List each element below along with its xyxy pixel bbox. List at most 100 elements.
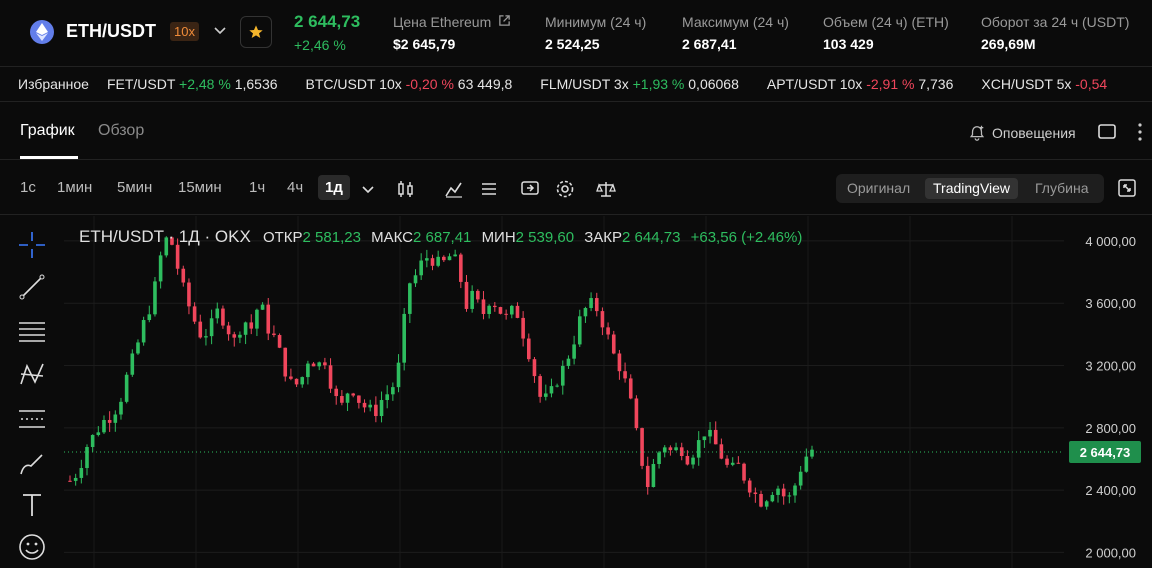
candles-icon[interactable] xyxy=(396,179,416,199)
candle-body xyxy=(577,316,582,345)
pattern-icon[interactable] xyxy=(17,360,47,390)
candle-body xyxy=(770,494,775,502)
timeframe-1s[interactable]: 1с xyxy=(20,179,36,196)
candle-body xyxy=(781,488,786,497)
scale-balance-icon[interactable] xyxy=(596,179,616,199)
candle-body xyxy=(730,462,735,465)
view-depth[interactable]: Глубина xyxy=(1027,178,1096,199)
more-vertical-icon[interactable] xyxy=(1136,122,1144,142)
settings-gear-icon[interactable] xyxy=(555,179,575,199)
candle-body xyxy=(606,327,610,335)
ticker-item[interactable]: BTC/USDT 10x -0,20 % 63 449,8 xyxy=(306,76,513,92)
forecast-icon[interactable] xyxy=(17,404,47,434)
external-link-icon[interactable] xyxy=(498,14,511,27)
candle-body xyxy=(657,452,661,465)
candle-body xyxy=(776,488,780,495)
candle-body xyxy=(283,347,288,377)
chevron-down-icon[interactable] xyxy=(212,22,228,38)
candle-body xyxy=(742,463,746,481)
tab-overview[interactable]: Обзор xyxy=(98,122,144,140)
price-change: +2,46 % xyxy=(294,37,346,53)
brush-icon[interactable] xyxy=(17,448,47,478)
indicators-icon[interactable] xyxy=(444,179,464,199)
candle-body xyxy=(764,501,769,507)
candle-body xyxy=(130,353,135,375)
text-tool-icon[interactable] xyxy=(17,490,47,520)
candle-body xyxy=(476,290,480,300)
candle-body xyxy=(255,309,259,329)
timeframe-1m[interactable]: 1мин xyxy=(57,179,92,196)
fullscreen-icon[interactable] xyxy=(1117,178,1137,198)
candle-body xyxy=(73,477,78,481)
ticker-item[interactable]: XCH/USDT 5x -0,54 xyxy=(981,76,1107,92)
ticker-change: -0,54 xyxy=(1075,76,1108,92)
candle-body xyxy=(181,268,186,283)
candle-body xyxy=(362,402,367,408)
alerts-button[interactable]: Оповещения xyxy=(968,124,1076,142)
timeframe-1h[interactable]: 1ч xyxy=(249,179,265,196)
ticker-item[interactable]: FLM/USDT 3x +1,93 % 0,06068 xyxy=(540,76,739,92)
candle-body xyxy=(442,256,446,261)
layout-icon[interactable] xyxy=(1098,124,1116,140)
ticker-item[interactable]: FET/USDT +2,48 % 1,6536 xyxy=(107,76,278,92)
list-icon[interactable] xyxy=(479,179,499,199)
trend-line-icon[interactable] xyxy=(17,272,47,302)
candle-body xyxy=(459,254,463,282)
candle-body xyxy=(793,485,797,496)
candle-body xyxy=(600,311,605,328)
fib-lines-icon[interactable] xyxy=(17,316,47,346)
crosshair-icon[interactable] xyxy=(17,230,47,260)
y-tick-label: 4 000,00 xyxy=(1085,234,1136,249)
candle-body xyxy=(572,344,576,359)
candle-body xyxy=(447,256,452,261)
candle-body xyxy=(345,393,350,403)
candle-body xyxy=(96,432,101,435)
candle-body xyxy=(515,305,520,318)
candle-body xyxy=(294,378,299,385)
ticker-pair: FLM/USDT 3x xyxy=(540,76,629,92)
candle-body xyxy=(810,449,814,457)
legend-open: 2 581,23 xyxy=(302,229,361,246)
tab-chart[interactable]: График xyxy=(20,122,75,140)
main-tabs: График Обзор Оповещения xyxy=(0,104,1152,160)
pair-name[interactable]: ETH/USDT xyxy=(66,21,156,42)
candle-body xyxy=(198,321,203,338)
timeframe-4h[interactable]: 4ч xyxy=(287,179,303,196)
candle-body xyxy=(221,308,225,326)
candle-body xyxy=(391,387,395,395)
ticker-pair: APT/USDT 10x xyxy=(766,76,863,92)
stat-value: 2 687,41 xyxy=(682,36,737,52)
ticker-price: 63 449,8 xyxy=(457,76,513,92)
candle-body xyxy=(187,282,191,307)
candle-body xyxy=(430,258,435,266)
candle-body xyxy=(532,359,537,377)
replay-icon[interactable] xyxy=(520,179,540,199)
bell-plus-icon xyxy=(969,125,985,141)
legend-close: 2 644,73 xyxy=(622,229,681,246)
candle-body xyxy=(272,333,276,336)
timeframe-15m[interactable]: 15мин xyxy=(178,179,222,196)
ticker-item[interactable]: APT/USDT 10x -2,91 % 7,736 xyxy=(767,76,954,92)
stat-label[interactable]: Цена Ethereum xyxy=(393,14,491,30)
price-chart[interactable]: 4 000,00 3 600,00 3 200,00 2 800,00 2 400,00… xyxy=(64,216,1152,568)
timeframe-chevron-down-icon[interactable] xyxy=(358,179,378,199)
timeframe-1d[interactable]: 1д xyxy=(318,175,350,200)
view-tradingview[interactable]: TradingView xyxy=(925,178,1019,199)
candle-body xyxy=(68,480,72,482)
candle-body xyxy=(798,471,803,486)
candle-body xyxy=(107,419,112,423)
timeframe-5m[interactable]: 5мин xyxy=(117,179,152,196)
candle-body xyxy=(209,318,214,337)
ticker-pair: BTC/USDT 10x xyxy=(305,76,402,92)
ohlc-legend: ETH/USDT · 1Д · OKX ОТКР2 581,23 МАКС2 6… xyxy=(79,227,808,247)
legend-close-label: ЗАКР xyxy=(584,229,623,246)
stat-volume-24h: Объем (24 ч) (ETH) 103 429 xyxy=(823,14,949,52)
candle-body xyxy=(204,336,208,338)
candle-body xyxy=(379,400,384,417)
candle-body xyxy=(328,365,333,389)
emoji-icon[interactable] xyxy=(17,532,47,562)
view-original[interactable]: Оригинал xyxy=(839,178,918,199)
favorite-button[interactable] xyxy=(240,16,272,48)
candle-body xyxy=(589,298,593,309)
ticker-price: 1,6536 xyxy=(234,76,278,92)
